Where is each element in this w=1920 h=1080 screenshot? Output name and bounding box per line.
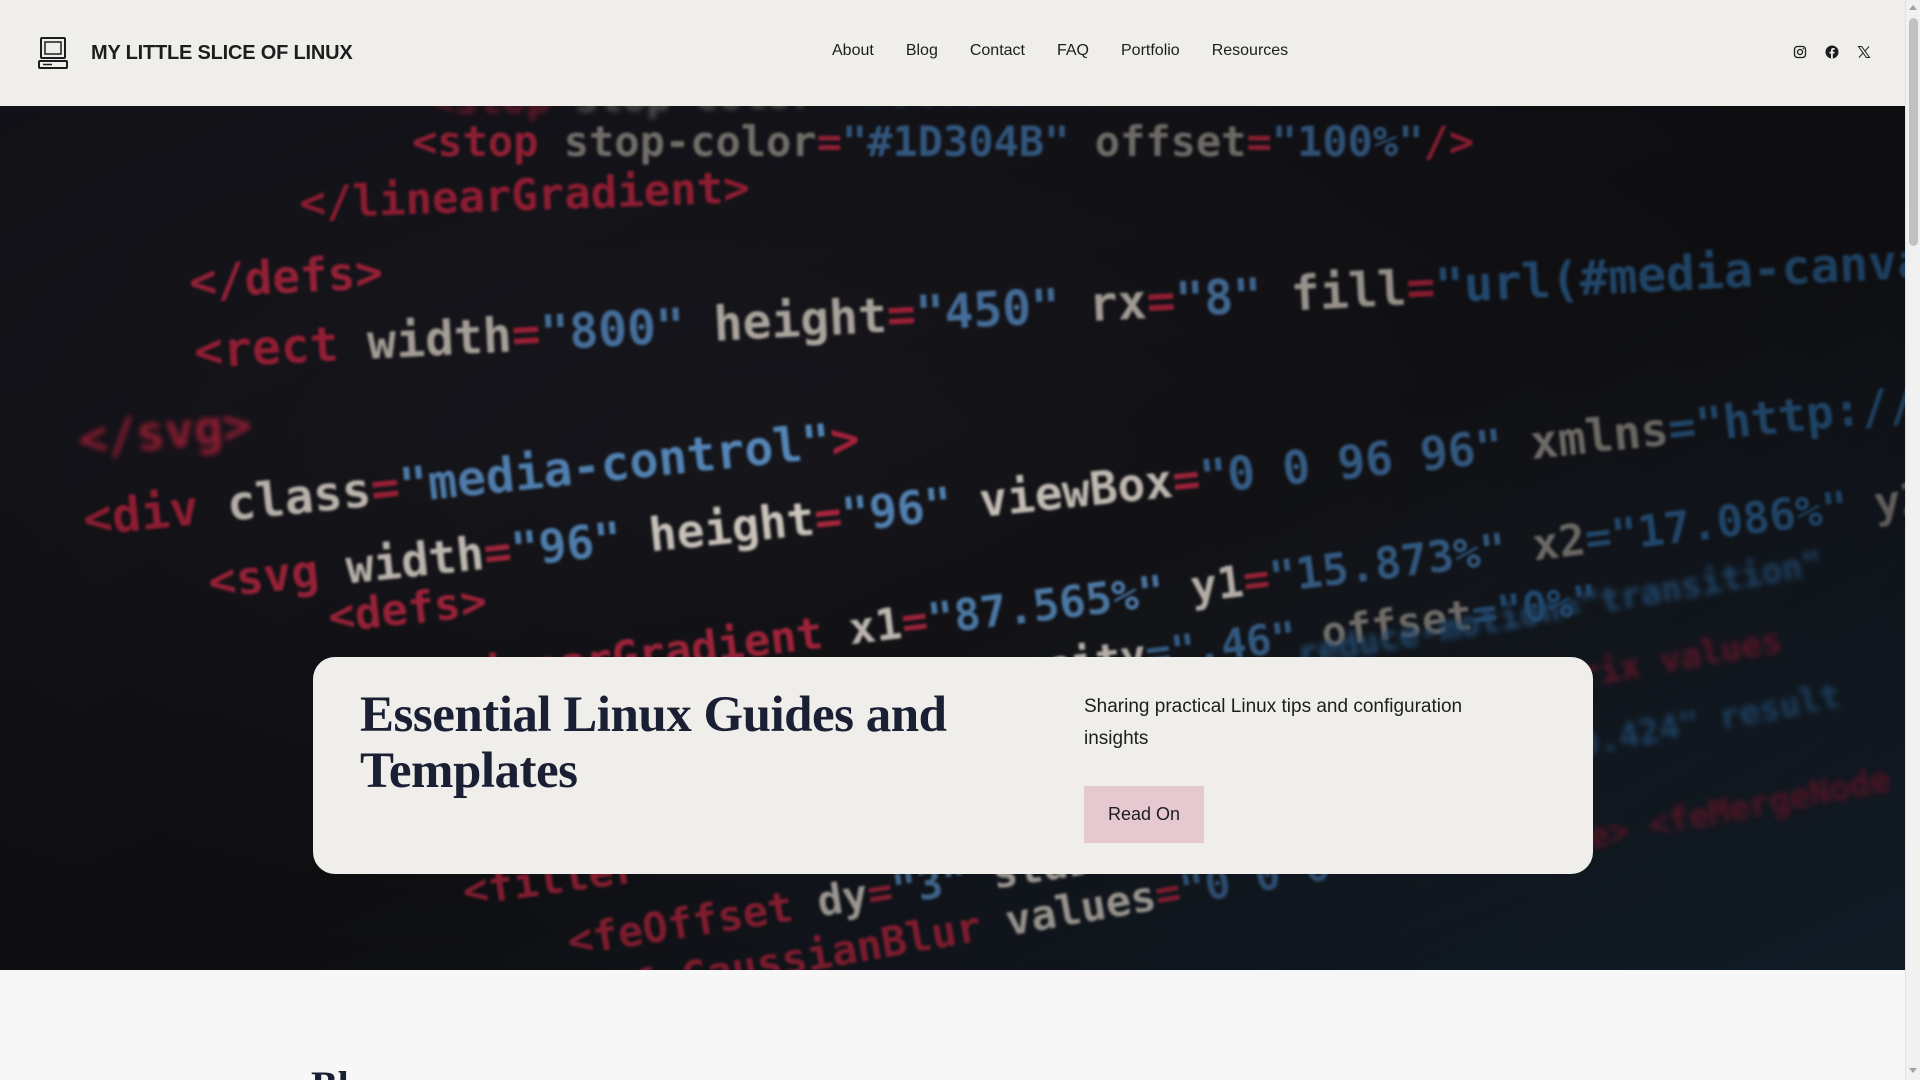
instagram-icon[interactable] [1792, 44, 1808, 60]
section-title: Bl... [311, 1062, 379, 1080]
vertical-scrollbar[interactable] [1905, 0, 1920, 1080]
brand-name[interactable]: MY LITTLE SLICE OF LINUX [91, 42, 353, 65]
facebook-icon[interactable] [1824, 44, 1840, 60]
scroll-thumb[interactable] [1909, 18, 1918, 246]
nav-resources[interactable]: Resources [1212, 42, 1288, 60]
brand[interactable]: MY LITTLE SLICE OF LINUX [38, 36, 353, 70]
nav-portfolio[interactable]: Portfolio [1121, 42, 1180, 60]
social-links [1792, 44, 1888, 60]
nav-blog[interactable]: Blog [906, 42, 938, 60]
nav-contact[interactable]: Contact [970, 42, 1025, 60]
page: MY LITTLE SLICE OF LINUX About Blog Cont… [0, 0, 1920, 1080]
hero-section: <stop stop-color="#0C0101" offset <stop … [0, 106, 1905, 970]
hero-card: Essential Linux Guides and Templates Sha… [313, 657, 1593, 874]
computer-icon [38, 36, 68, 70]
site-header: MY LITTLE SLICE OF LINUX About Blog Cont… [0, 0, 1905, 106]
scroll-up-arrow-icon[interactable] [1909, 5, 1917, 10]
read-on-button[interactable]: Read On [1084, 786, 1204, 843]
main-nav: About Blog Contact FAQ Portfolio Resourc… [832, 42, 1320, 60]
hero-subtitle: Sharing practical Linux tips and configu… [1084, 696, 1463, 749]
hero-title: Essential Linux Guides and Templates [360, 687, 947, 799]
scroll-down-arrow-icon[interactable] [1909, 1068, 1917, 1073]
x-icon[interactable] [1856, 44, 1872, 60]
nav-faq[interactable]: FAQ [1057, 42, 1089, 60]
nav-about[interactable]: About [832, 42, 874, 60]
